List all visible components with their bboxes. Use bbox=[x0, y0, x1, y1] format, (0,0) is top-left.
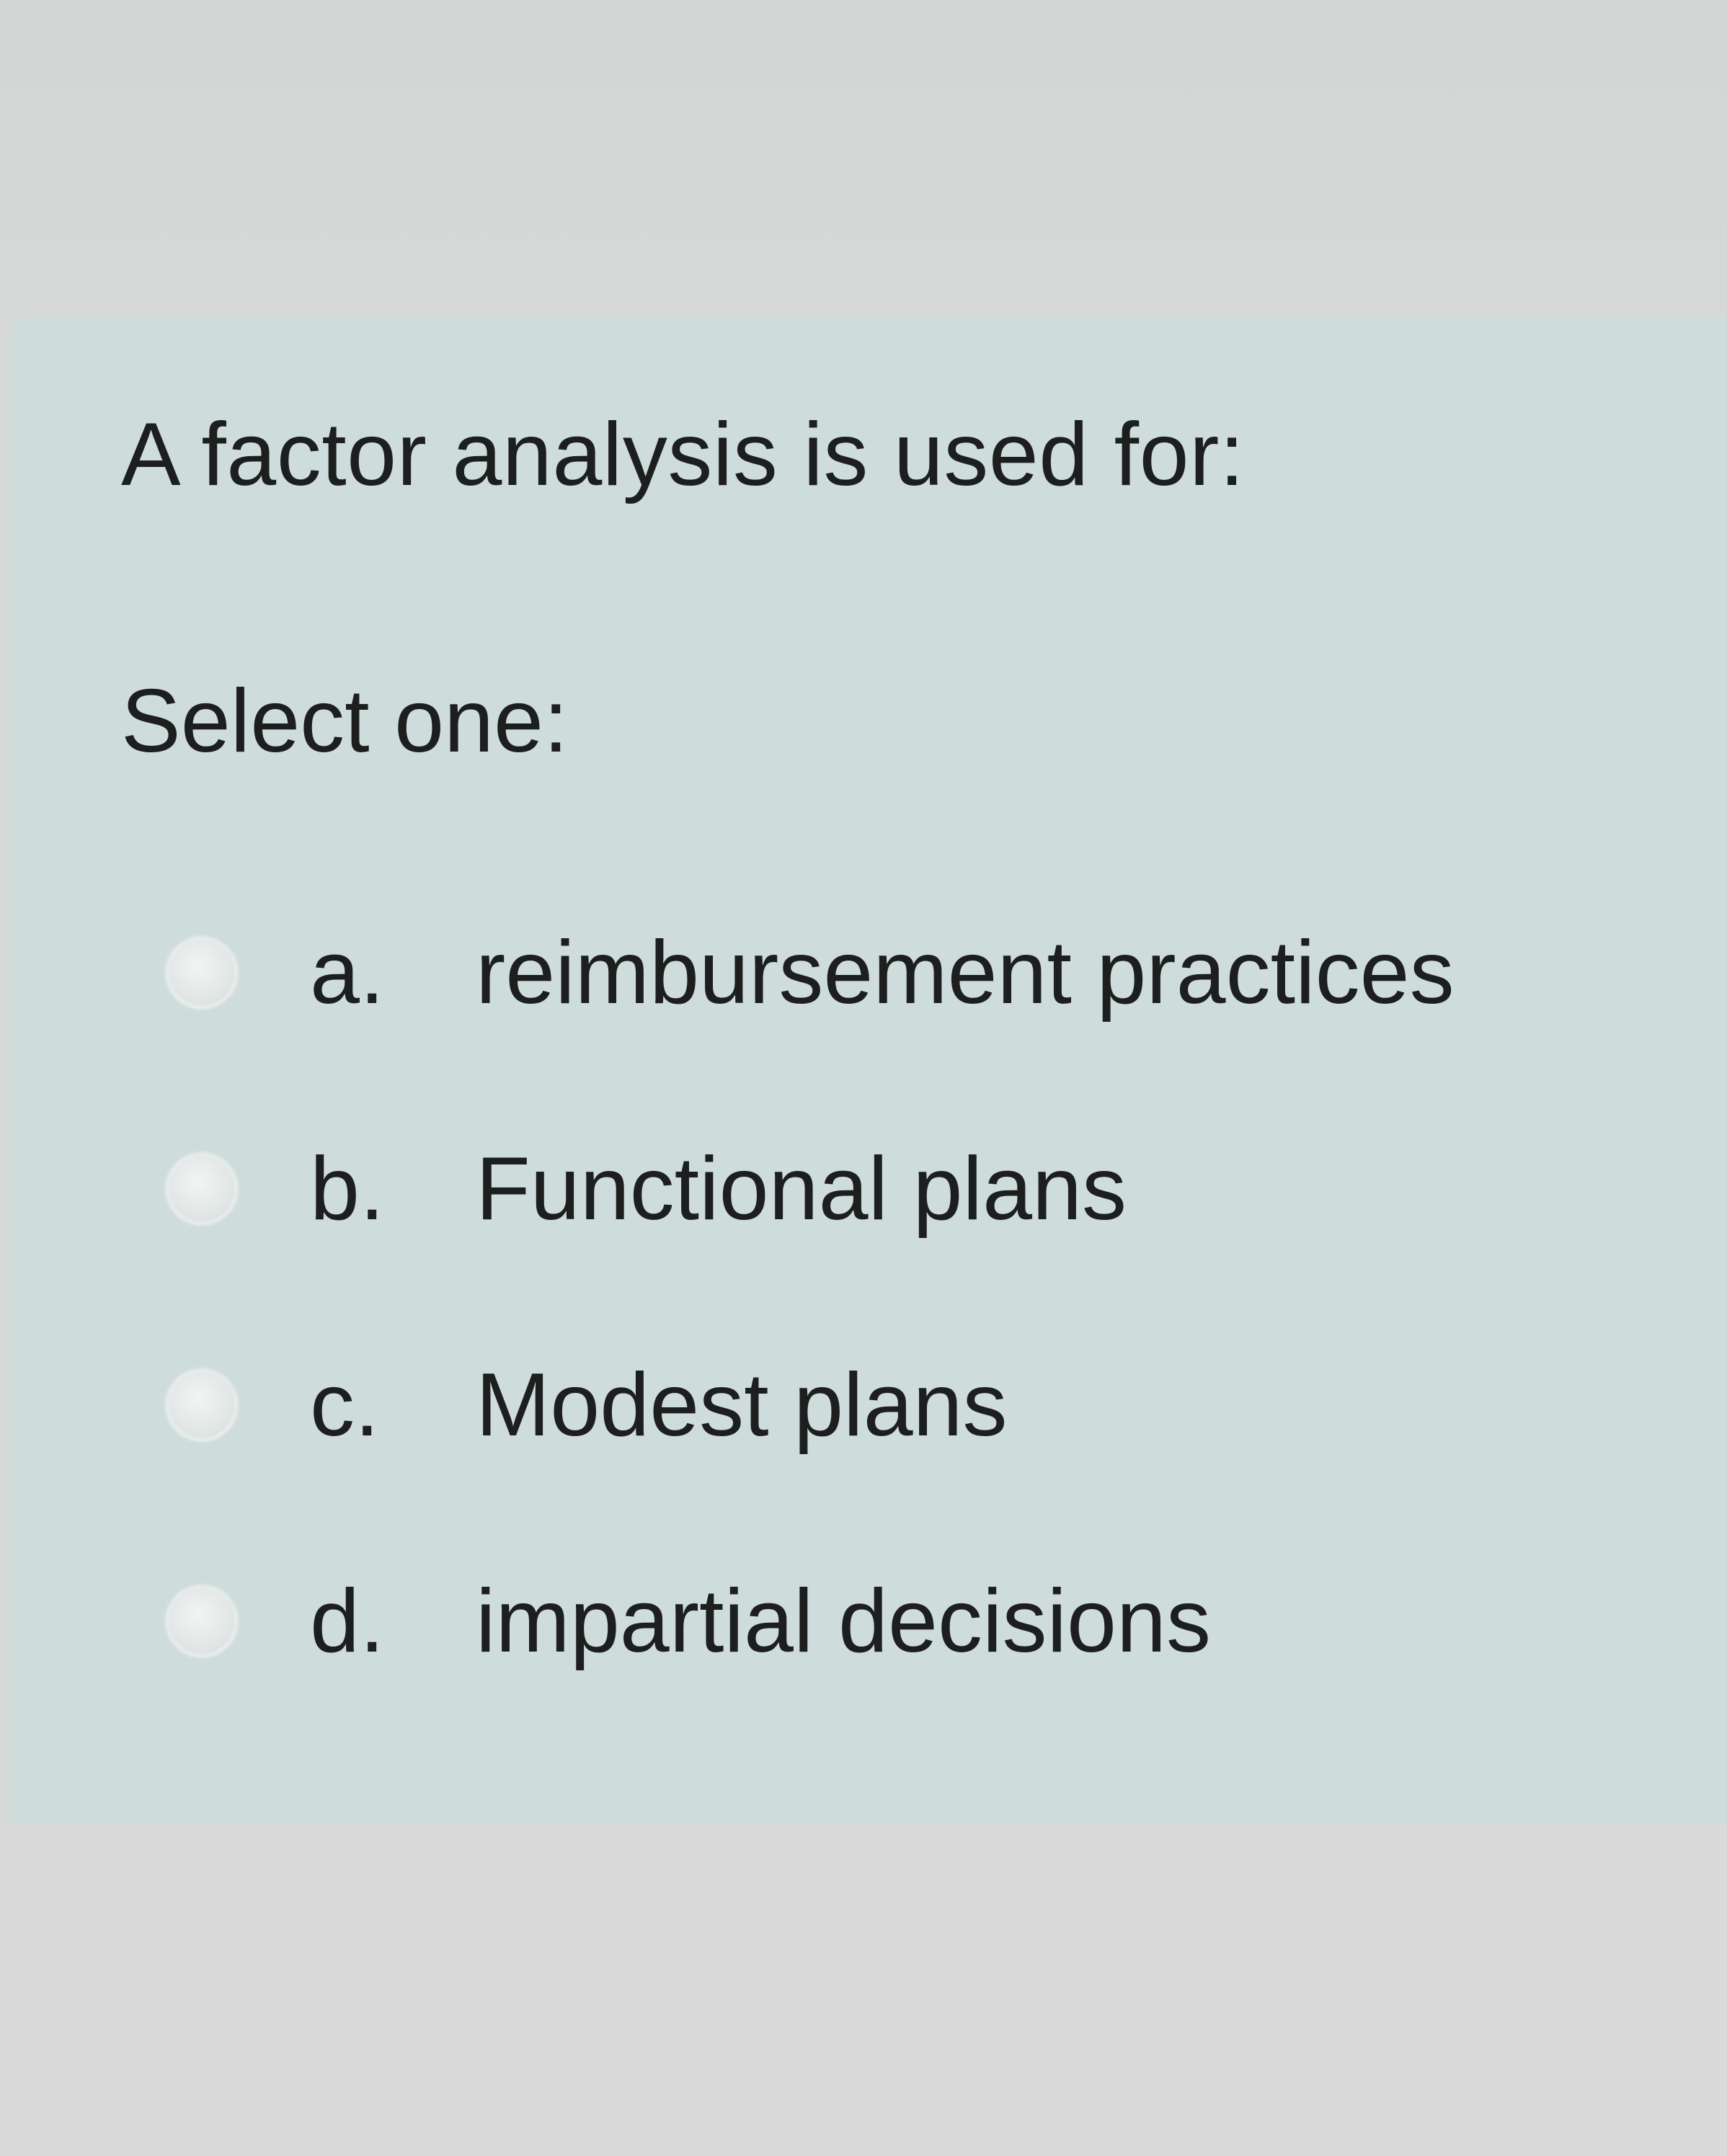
option-letter: d. bbox=[310, 1572, 385, 1671]
option-label[interactable]: impartial decisions bbox=[476, 1570, 1211, 1672]
radio-button-b[interactable] bbox=[166, 1153, 238, 1225]
option-label[interactable]: Modest plans bbox=[476, 1354, 1008, 1456]
answer-options: a. reimbursement practices b. Functional… bbox=[166, 865, 1607, 1729]
option-label[interactable]: reimbursement practices bbox=[476, 922, 1455, 1024]
option-label[interactable]: Functional plans bbox=[476, 1138, 1127, 1240]
option-a[interactable]: a. reimbursement practices bbox=[166, 865, 1607, 1081]
page-background-bottom bbox=[0, 1823, 1727, 2156]
question-text: A factor analysis is used for: bbox=[121, 405, 1245, 504]
radio-button-a[interactable] bbox=[166, 937, 238, 1009]
radio-button-d[interactable] bbox=[166, 1585, 238, 1657]
page-background-top bbox=[0, 0, 1727, 317]
option-d[interactable]: d. impartial decisions bbox=[166, 1513, 1607, 1729]
option-b[interactable]: b. Functional plans bbox=[166, 1081, 1607, 1297]
option-letter: b. bbox=[310, 1139, 385, 1239]
select-one-prompt: Select one: bbox=[121, 672, 569, 771]
option-c[interactable]: c. Modest plans bbox=[166, 1297, 1607, 1513]
option-letter: a. bbox=[310, 923, 385, 1023]
radio-button-c[interactable] bbox=[166, 1369, 238, 1441]
option-letter: c. bbox=[310, 1355, 380, 1455]
